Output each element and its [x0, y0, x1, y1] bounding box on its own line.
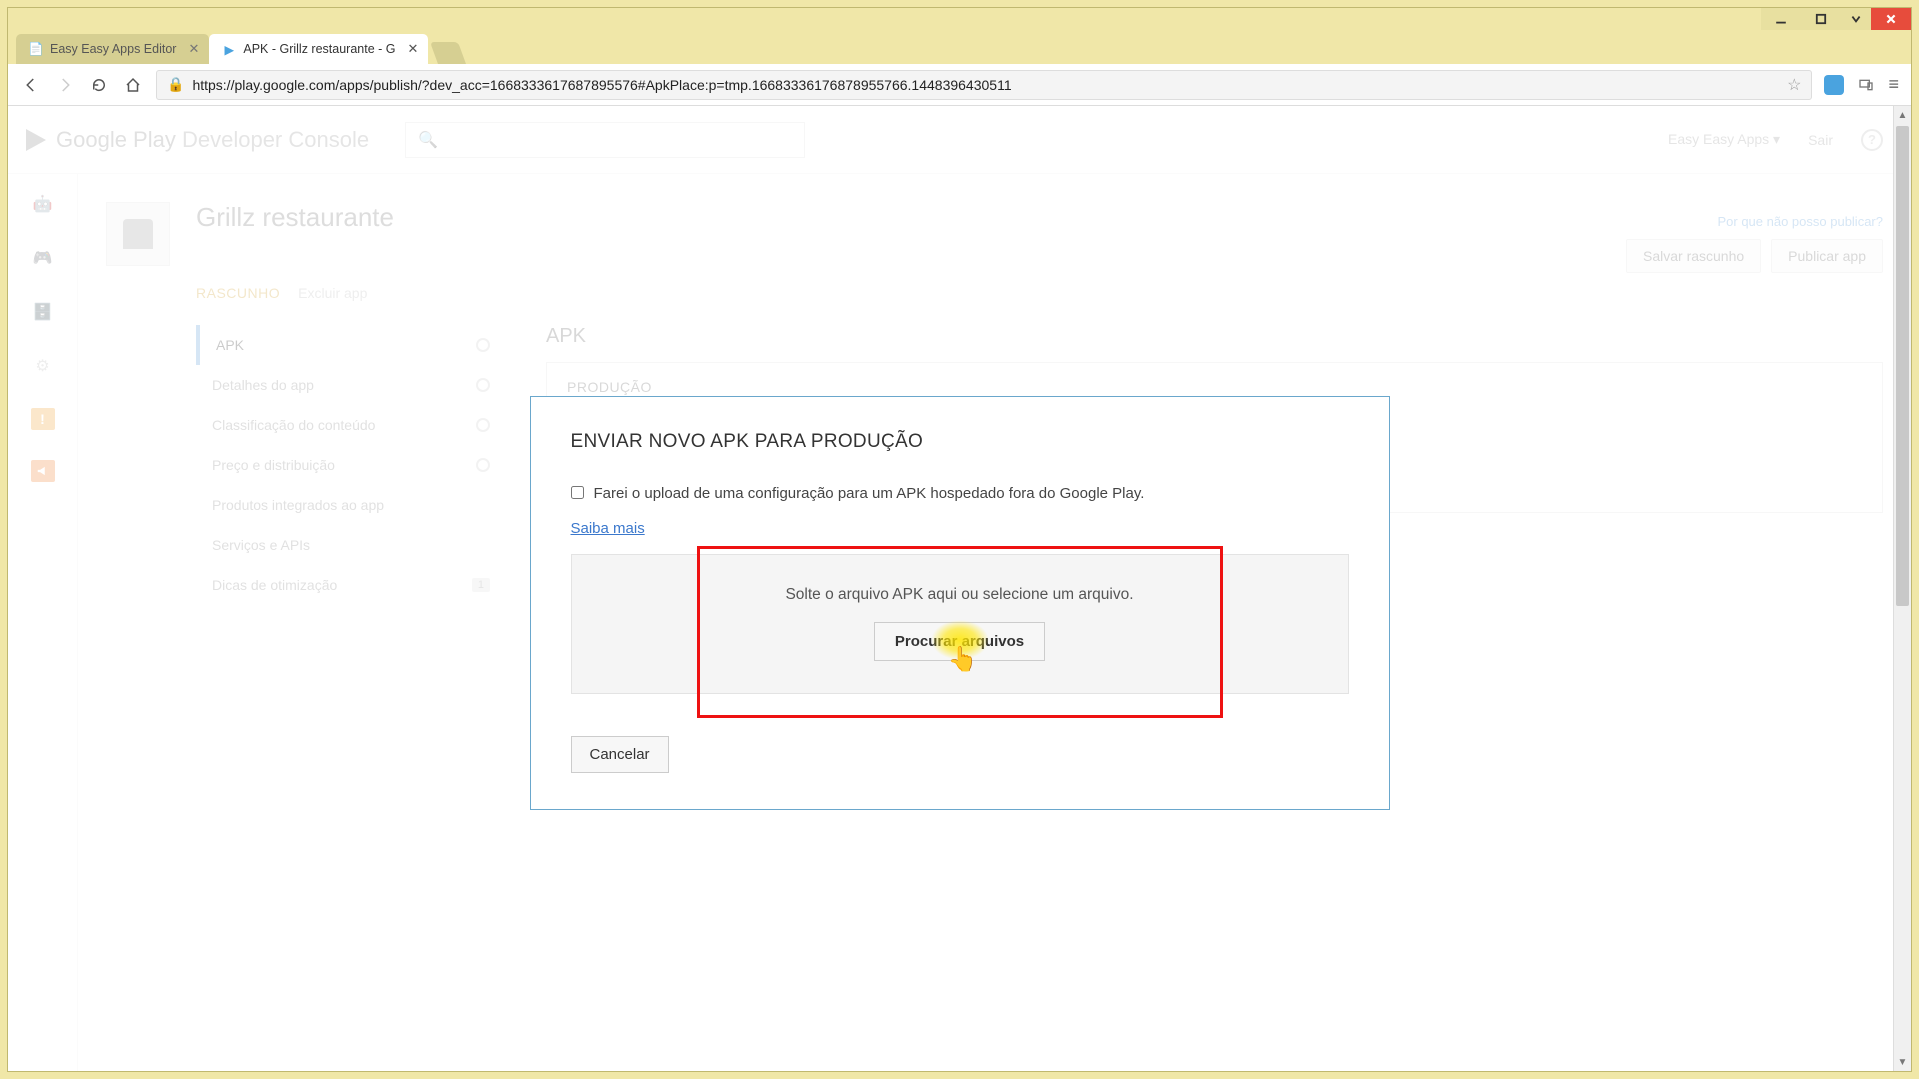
browser-menu-button[interactable]: ≡ [1888, 74, 1899, 95]
url-text: https://play.google.com/apps/publish/?de… [192, 77, 1779, 93]
modal-backdrop: ENVIAR NOVO APK PARA PRODUÇÃO Farei o up… [8, 106, 1911, 1071]
new-tab-button[interactable] [430, 42, 466, 64]
browser-toolbar: 🔒 https://play.google.com/apps/publish/?… [8, 64, 1911, 106]
browser-tab-strip: 📄 Easy Easy Apps Editor ✕ ▶ APK - Grillz… [8, 30, 1911, 64]
external-host-checkbox[interactable] [571, 486, 584, 499]
external-host-label: Farei o upload de uma configuração para … [594, 483, 1145, 506]
browser-tab-inactive[interactable]: 📄 Easy Easy Apps Editor ✕ [16, 34, 209, 64]
tab-close-icon[interactable]: ✕ [188, 41, 199, 57]
tab-title: Easy Easy Apps Editor [50, 42, 176, 56]
url-bar[interactable]: 🔒 https://play.google.com/apps/publish/?… [156, 70, 1812, 100]
window-close-button[interactable] [1871, 8, 1911, 30]
bookmark-star-icon[interactable]: ☆ [1787, 75, 1801, 95]
device-mode-icon[interactable] [1856, 75, 1876, 95]
upload-apk-modal: ENVIAR NOVO APK PARA PRODUÇÃO Farei o up… [530, 396, 1390, 810]
tab-favicon-icon: 📄 [28, 41, 44, 57]
modal-title: ENVIAR NOVO APK PARA PRODUÇÃO [571, 431, 1349, 453]
tab-title: APK - Grillz restaurante - G [243, 42, 395, 56]
external-host-checkbox-row[interactable]: Farei o upload de uma configuração para … [571, 483, 1349, 506]
browse-files-button[interactable]: Procurar arquivos 👆 [874, 622, 1045, 661]
window-minimize-button[interactable] [1761, 8, 1801, 30]
window-title-bar [8, 8, 1911, 30]
tab-favicon-icon: ▶ [221, 41, 237, 57]
learn-more-link[interactable]: Saiba mais [571, 520, 645, 537]
window-maximize-button[interactable] [1801, 8, 1841, 30]
dropzone-text: Solte o arquivo APK aqui ou selecione um… [785, 586, 1133, 604]
nav-back-button[interactable] [20, 74, 42, 96]
cancel-button[interactable]: Cancelar [571, 736, 669, 773]
window-dropdown-button[interactable] [1841, 8, 1871, 30]
nav-reload-button[interactable] [88, 74, 110, 96]
apk-dropzone[interactable]: Solte o arquivo APK aqui ou selecione um… [571, 554, 1349, 694]
lock-icon: 🔒 [167, 76, 184, 93]
tab-close-icon[interactable]: ✕ [407, 41, 418, 57]
nav-home-button[interactable] [122, 74, 144, 96]
nav-forward-button[interactable] [54, 74, 76, 96]
browser-tab-active[interactable]: ▶ APK - Grillz restaurante - G ✕ [209, 34, 428, 64]
extension-icon[interactable] [1824, 75, 1844, 95]
